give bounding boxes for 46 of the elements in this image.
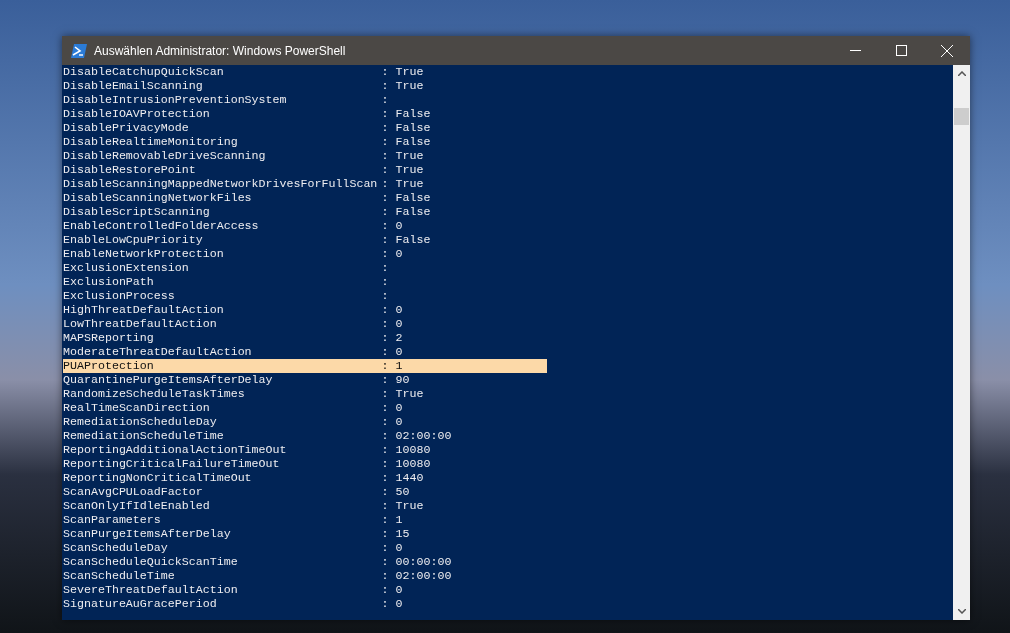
console-line: DisableEmailScanning : True xyxy=(63,79,424,93)
maximize-icon xyxy=(895,45,907,56)
console-line: DisableCatchupQuickScan : True xyxy=(63,65,424,79)
console-line: DisableRestorePoint : True xyxy=(63,163,424,177)
console-line: HighThreatDefaultAction : 0 xyxy=(63,303,403,317)
scroll-down-icon[interactable] xyxy=(957,609,966,614)
console-line: DisableScanningNetworkFiles : False xyxy=(63,191,431,205)
console-line: DisableRealtimeMonitoring : False xyxy=(63,135,431,149)
console-line: ScanOnlyIfIdleEnabled : True xyxy=(63,499,424,513)
console-line: DisableRemovableDriveScanning : True xyxy=(63,149,424,163)
console-line: ScanScheduleQuickScanTime : 00:00:00 xyxy=(63,555,452,569)
powershell-icon xyxy=(71,43,87,58)
console-line: EnableNetworkProtection : 0 xyxy=(63,247,403,261)
window-title: Auswählen Administrator: Windows PowerShell xyxy=(94,43,346,58)
console-line: EnableControlledFolderAccess : 0 xyxy=(63,219,403,233)
console-line: RemediationScheduleTime : 02:00:00 xyxy=(63,429,452,443)
console-line: DisableIntrusionPreventionSystem : xyxy=(63,93,389,107)
console-line: SevereThreatDefaultAction : 0 xyxy=(63,583,403,597)
console-line: RemediationScheduleDay : 0 xyxy=(63,415,403,429)
console-line: MAPSReporting : 2 xyxy=(63,331,403,345)
console-line: SignatureAuGracePeriod : 0 xyxy=(63,597,403,611)
console-line: ExclusionProcess : xyxy=(63,289,389,303)
console-line: ScanAvgCPULoadFactor : 50 xyxy=(63,485,410,499)
scrollbar[interactable] xyxy=(953,65,970,620)
console-line: ScanScheduleTime : 02:00:00 xyxy=(63,569,452,583)
console-line: ScanScheduleDay : 0 xyxy=(63,541,403,555)
console-line: DisablePrivacyMode : False xyxy=(63,121,431,135)
scrollbar-thumb[interactable] xyxy=(954,108,969,125)
console-line: ReportingAdditionalActionTimeOut : 10080 xyxy=(63,443,431,457)
console-line: ModerateThreatDefaultAction : 0 xyxy=(63,345,403,359)
scroll-up-icon[interactable] xyxy=(957,71,966,76)
console-line: DisableScriptScanning : False xyxy=(63,205,431,219)
console-line: RealTimeScanDirection : 0 xyxy=(63,401,403,415)
console-line: DisableScanningMappedNetworkDrivesForFullScan : True xyxy=(63,177,424,191)
console-line: ExclusionExtension : xyxy=(63,261,389,275)
console-line: ScanPurgeItemsAfterDelay : 15 xyxy=(63,527,410,541)
console-line: EnableLowCpuPriority : False xyxy=(63,233,431,247)
console-line: ExclusionPath : xyxy=(63,275,389,289)
console-line: ReportingNonCriticalTimeOut : 1440 xyxy=(63,471,424,485)
console-line: LowThreatDefaultAction : 0 xyxy=(63,317,403,331)
console-line: QuarantinePurgeItemsAfterDelay : 90 xyxy=(63,373,410,387)
console-line: ReportingCriticalFailureTimeOut : 10080 xyxy=(63,457,431,471)
console-line: DisableIOAVProtection : False xyxy=(63,107,431,121)
close-icon xyxy=(941,44,953,57)
console-line: ScanParameters : 1 xyxy=(63,513,403,527)
console-line: RandomizeScheduleTaskTimes : True xyxy=(63,387,424,401)
